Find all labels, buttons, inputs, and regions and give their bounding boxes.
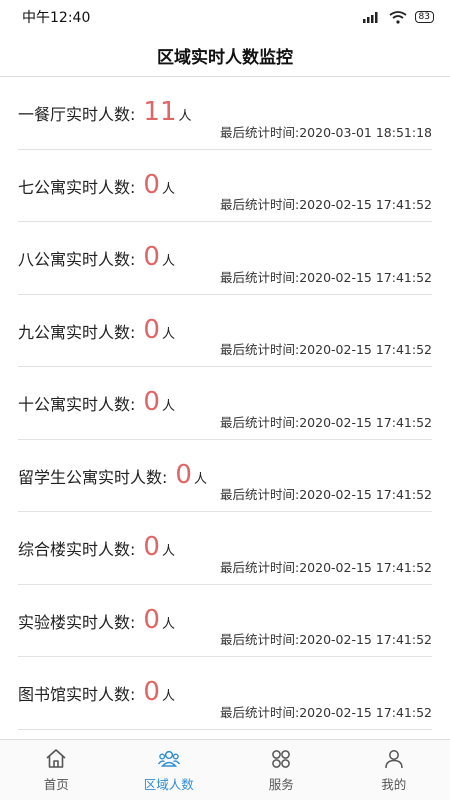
- tab-home[interactable]: 首页: [0, 740, 113, 800]
- tab-services[interactable]: 服务: [225, 740, 338, 800]
- area-count-list: 一餐厅实时人数: 11 人 最后统计时间:2020-03-01 18:51:18 七…: [0, 77, 450, 739]
- last-updated: 最后统计时间:2020-03-01 18:51:18: [220, 124, 432, 140]
- status-time: 中午12:40: [22, 10, 91, 26]
- home-icon: [46, 749, 66, 768]
- list-item: 图书馆实时人数: 0 人 最后统计时间:2020-02-15 17:41:52: [18, 657, 432, 730]
- count-unit: 人: [161, 326, 175, 342]
- last-updated: 最后统计时间:2020-02-15 17:41:52: [220, 559, 432, 575]
- people-count: 0: [143, 532, 160, 562]
- count-unit: 人: [161, 544, 175, 559]
- area-label: 综合楼实时人数:: [18, 540, 136, 559]
- last-updated: 最后统计时间:2020-02-15 17:41:52: [220, 197, 432, 212]
- count-unit: 人: [178, 109, 192, 124]
- last-updated: 最后统计时间:2020-02-15 17:41:52: [220, 342, 432, 357]
- count-unit: 人: [161, 399, 175, 414]
- wifi-icon: [389, 10, 407, 24]
- profile-icon: [385, 750, 403, 769]
- list-item: 八公寓实时人数: 0 人 最后统计时间:2020-02-15 17:41:52: [18, 222, 432, 295]
- area-label: 八公寓实时人数:: [18, 250, 136, 269]
- area-label: 十公寓实时人数:: [18, 395, 136, 414]
- count-unit: 人: [161, 181, 175, 197]
- tab-label: 我的: [381, 777, 407, 792]
- list-item: 留学生公寓实时人数: 0 人 最后统计时间:2020-02-15 17:41:52: [18, 440, 432, 512]
- services-icon: [272, 750, 291, 768]
- list-item: 十公寓实时人数: 0 人 最后统计时间:2020-02-15 17:41:52: [18, 367, 432, 440]
- people-icon: [157, 750, 180, 767]
- last-updated: 最后统计时间:2020-02-15 17:41:52: [220, 632, 432, 647]
- area-label: 留学生公寓实时人数:: [18, 467, 168, 487]
- people-count: 11: [143, 97, 177, 127]
- count-unit: 人: [193, 471, 207, 487]
- tab-label: 首页: [43, 777, 69, 792]
- people-count: 0: [143, 169, 160, 200]
- people-count: 0: [143, 387, 160, 417]
- area-label: 七公寓实时人数:: [18, 177, 136, 197]
- people-count: 0: [143, 604, 160, 635]
- tab-label: 区域人数: [143, 777, 194, 792]
- status-icons: 83: [362, 10, 434, 24]
- list-item: 七公寓实时人数: 0 人 最后统计时间:2020-02-15 17:41:52: [18, 150, 432, 222]
- bottom-tab-bar: 首页 区域人数 服务 我的: [0, 739, 450, 800]
- list-item: 综合楼实时人数: 0 人 最后统计时间:2020-02-15 17:41:52: [18, 512, 432, 585]
- battery-icon: 83: [414, 11, 434, 23]
- tab-area-count[interactable]: 区域人数: [113, 740, 226, 800]
- area-label: 实验楼实时人数:: [18, 612, 136, 632]
- tab-profile[interactable]: 我的: [338, 740, 450, 800]
- count-unit: 人: [161, 254, 175, 269]
- page-title: 区域实时人数监控: [0, 34, 450, 77]
- last-updated: 最后统计时间:2020-02-15 17:41:52: [220, 269, 432, 285]
- people-count: 0: [143, 314, 160, 345]
- list-item: 九公寓实时人数: 0 人 最后统计时间:2020-02-15 17:41:52: [18, 295, 432, 367]
- count-unit: 人: [161, 689, 175, 704]
- count-unit: 人: [161, 616, 175, 632]
- list-item: 一餐厅实时人数: 11 人 最后统计时间:2020-03-01 18:51:18: [18, 77, 432, 150]
- people-count: 0: [143, 242, 160, 272]
- last-updated: 最后统计时间:2020-02-15 17:41:52: [220, 704, 432, 720]
- area-label: 一餐厅实时人数:: [18, 105, 136, 124]
- signal-icon: [362, 12, 378, 23]
- people-count: 0: [143, 677, 160, 707]
- last-updated: 最后统计时间:2020-02-15 17:41:52: [220, 487, 432, 502]
- area-label: 图书馆实时人数:: [18, 685, 136, 704]
- status-bar: 中午12:40 83: [0, 0, 450, 34]
- list-item: 实验楼实时人数: 0 人 最后统计时间:2020-02-15 17:41:52: [18, 585, 432, 657]
- people-count: 0: [175, 459, 192, 490]
- area-label: 九公寓实时人数:: [18, 322, 136, 342]
- tab-label: 服务: [268, 777, 294, 792]
- last-updated: 最后统计时间:2020-02-15 17:41:52: [220, 414, 432, 430]
